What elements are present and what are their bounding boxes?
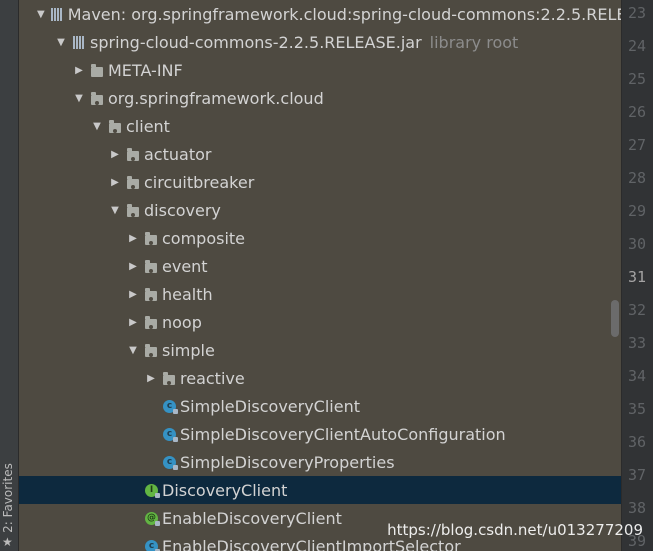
package-icon	[109, 119, 122, 133]
package-icon	[145, 231, 158, 245]
package-icon	[145, 287, 158, 301]
package-icon	[145, 315, 158, 329]
line-number: 32	[628, 301, 647, 319]
line-number: 24	[628, 37, 647, 55]
tree-row-package-reactive[interactable]: ▶ reactive	[145, 364, 621, 392]
tree-row-label: reactive	[180, 368, 245, 388]
editor-gutter: 23 24 25 26 27 28 29 30 31 32 33 34 35 3…	[621, 0, 653, 551]
tree-row-package-simple[interactable]: ▼ simple	[127, 336, 621, 364]
tree-row-label: health	[162, 284, 213, 304]
expanded-arrow-icon[interactable]: ▼	[73, 84, 85, 112]
expanded-arrow-icon[interactable]: ▼	[55, 28, 67, 56]
tree-row-label: EnableDiscoveryClient	[162, 508, 342, 528]
package-icon	[145, 343, 158, 357]
tree-row-package-cloud[interactable]: ▼ org.springframework.cloud	[73, 84, 621, 112]
line-number: 38	[628, 499, 647, 517]
tree-row-package-client[interactable]: ▼ client	[91, 112, 621, 140]
interface-icon: I	[145, 483, 160, 498]
tree-row-class-properties[interactable]: c SimpleDiscoveryProperties	[163, 448, 621, 476]
collapsed-arrow-icon[interactable]: ▶	[145, 364, 157, 392]
line-number: 35	[628, 400, 647, 418]
line-number: 28	[628, 169, 647, 187]
expanded-arrow-icon[interactable]: ▼	[91, 112, 103, 140]
tree-row-interface-discovery-client[interactable]: I DiscoveryClient	[19, 476, 621, 504]
tree-row-class-simple-discovery-client[interactable]: c SimpleDiscoveryClient	[163, 392, 621, 420]
tree-row-label: composite	[162, 228, 246, 248]
line-number: 23	[628, 4, 647, 22]
collapsed-arrow-icon[interactable]: ▶	[109, 168, 121, 196]
line-number: 29	[628, 202, 647, 220]
tree-row-maven-library[interactable]: ▼ Maven: org.springframework.cloud:sprin…	[37, 0, 621, 28]
star-icon: ★	[2, 535, 13, 549]
tree-row-label: META-INF	[108, 60, 183, 80]
expanded-arrow-icon[interactable]: ▼	[109, 196, 121, 224]
line-number: 34	[628, 367, 647, 385]
line-number: 25	[628, 70, 647, 88]
tree-row-label: SimpleDiscoveryProperties	[180, 452, 395, 472]
collapsed-arrow-icon[interactable]: ▶	[73, 56, 85, 84]
tree-row-label: Maven: org.springframework.cloud:spring-…	[67, 4, 621, 24]
watermark: https://blog.csdn.net/u013277209	[387, 521, 643, 539]
jar-icon	[73, 35, 86, 49]
expanded-arrow-icon[interactable]: ▼	[37, 0, 45, 28]
expanded-arrow-icon[interactable]: ▼	[127, 336, 139, 364]
line-number: 30	[628, 235, 647, 253]
line-number: 37	[628, 466, 647, 484]
line-number: 33	[628, 334, 647, 352]
library-icon	[50, 7, 64, 21]
left-tool-strip: 2: Favorites ★	[0, 0, 19, 551]
tree-row-package-circuitbreaker[interactable]: ▶ circuitbreaker	[109, 168, 621, 196]
tree-scrollbar-thumb[interactable]	[611, 300, 619, 337]
tree-row-package-event[interactable]: ▶ event	[127, 252, 621, 280]
class-icon: c	[163, 455, 178, 470]
package-icon	[91, 91, 104, 105]
tree-row-label: SimpleDiscoveryClientAutoConfiguration	[180, 424, 506, 444]
package-icon	[127, 203, 140, 217]
package-icon	[145, 259, 158, 273]
tree-row-label: SimpleDiscoveryClient	[180, 396, 360, 416]
favorites-tool-button[interactable]: 2: Favorites	[0, 453, 18, 543]
tree-row-package-noop[interactable]: ▶ noop	[127, 308, 621, 336]
collapsed-arrow-icon[interactable]: ▶	[127, 224, 139, 252]
favorites-label: 2: Favorites	[1, 463, 16, 533]
tree-row-label: noop	[162, 312, 202, 332]
collapsed-arrow-icon[interactable]: ▶	[109, 140, 121, 168]
collapsed-arrow-icon[interactable]: ▶	[127, 280, 139, 308]
tree-row-label: circuitbreaker	[144, 172, 255, 192]
tree-row-label: actuator	[144, 144, 212, 164]
class-icon: c	[163, 399, 178, 414]
tree-row-label: event	[162, 256, 208, 276]
tree-row-package-discovery[interactable]: ▼ discovery	[109, 196, 621, 224]
tree-row-jar[interactable]: ▼ spring-cloud-commons-2.2.5.RELEASE.jar…	[55, 28, 621, 56]
package-icon	[127, 147, 140, 161]
tree-row-class-autoconfiguration[interactable]: c SimpleDiscoveryClientAutoConfiguration	[163, 420, 621, 448]
folder-icon	[91, 63, 104, 77]
tree-row-label: spring-cloud-commons-2.2.5.RELEASE.jar	[90, 32, 422, 52]
library-root-hint: library root	[429, 32, 519, 52]
class-icon: c	[145, 539, 160, 551]
line-number: 36	[628, 433, 647, 451]
tree-row-meta-inf[interactable]: ▶ META-INF	[73, 56, 621, 84]
tree-row-package-actuator[interactable]: ▶ actuator	[109, 140, 621, 168]
tree-row-package-health[interactable]: ▶ health	[127, 280, 621, 308]
class-icon: c	[163, 427, 178, 442]
tree-row-label: simple	[162, 340, 215, 360]
tree-row-label: client	[126, 116, 170, 136]
package-icon	[163, 371, 176, 385]
line-number: 27	[628, 136, 647, 154]
project-tree: ▼ Maven: org.springframework.cloud:sprin…	[19, 0, 621, 551]
line-number: 26	[628, 103, 647, 121]
collapsed-arrow-icon[interactable]: ▶	[127, 252, 139, 280]
tree-row-label: discovery	[144, 200, 221, 220]
package-icon	[127, 175, 140, 189]
tree-row-label: org.springframework.cloud	[108, 88, 324, 108]
collapsed-arrow-icon[interactable]: ▶	[127, 308, 139, 336]
annotation-icon: @	[145, 511, 160, 526]
tree-row-label: DiscoveryClient	[162, 480, 288, 500]
tree-row-package-composite[interactable]: ▶ composite	[127, 224, 621, 252]
current-line-number: 31	[628, 268, 647, 286]
